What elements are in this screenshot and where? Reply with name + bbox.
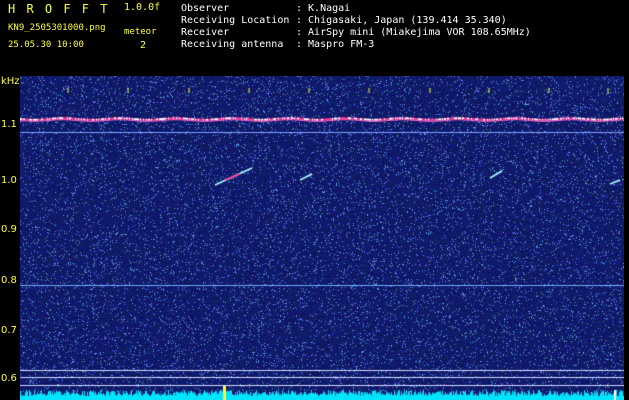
meteor-label: meteor xyxy=(124,27,157,37)
location-value: : Chigasaki, Japan (139.414 35.340) xyxy=(296,15,507,26)
app-version: 1.0.0f xyxy=(124,2,161,13)
header-panel: H R O F F T 1.0.0f KN9_2505301000.png me… xyxy=(0,0,629,76)
receiver-label: Receiver xyxy=(181,27,230,38)
spectrogram-waterfall xyxy=(20,76,624,400)
antenna-label: Receiving antenna xyxy=(181,39,284,50)
location-label: Receiving Location xyxy=(181,15,290,26)
y-tick-label: 0.6 xyxy=(1,373,17,384)
y-tick-label: 0.7 xyxy=(1,325,17,336)
y-axis-unit: kHz xyxy=(1,76,20,87)
y-tick-label: 0.9 xyxy=(1,224,17,235)
observer-value: : K.Nagai xyxy=(296,3,351,14)
app-logo: H R O F F T xyxy=(8,2,110,16)
y-tick-label: 1.0 xyxy=(1,175,17,186)
date-time: 25.05.30 10:00 xyxy=(8,40,84,50)
y-tick-label: 0.8 xyxy=(1,275,17,286)
antenna-value: : Maspro FM-3 xyxy=(296,39,375,50)
receiver-value: : AirSpy mini (Miakejima VOR 108.65MHz) xyxy=(296,27,531,38)
observer-label: Observer xyxy=(181,3,230,14)
file-name: KN9_2505301000.png xyxy=(8,23,106,33)
y-tick-label: 1.1 xyxy=(1,119,17,130)
meteor-count: 2 xyxy=(140,40,147,51)
